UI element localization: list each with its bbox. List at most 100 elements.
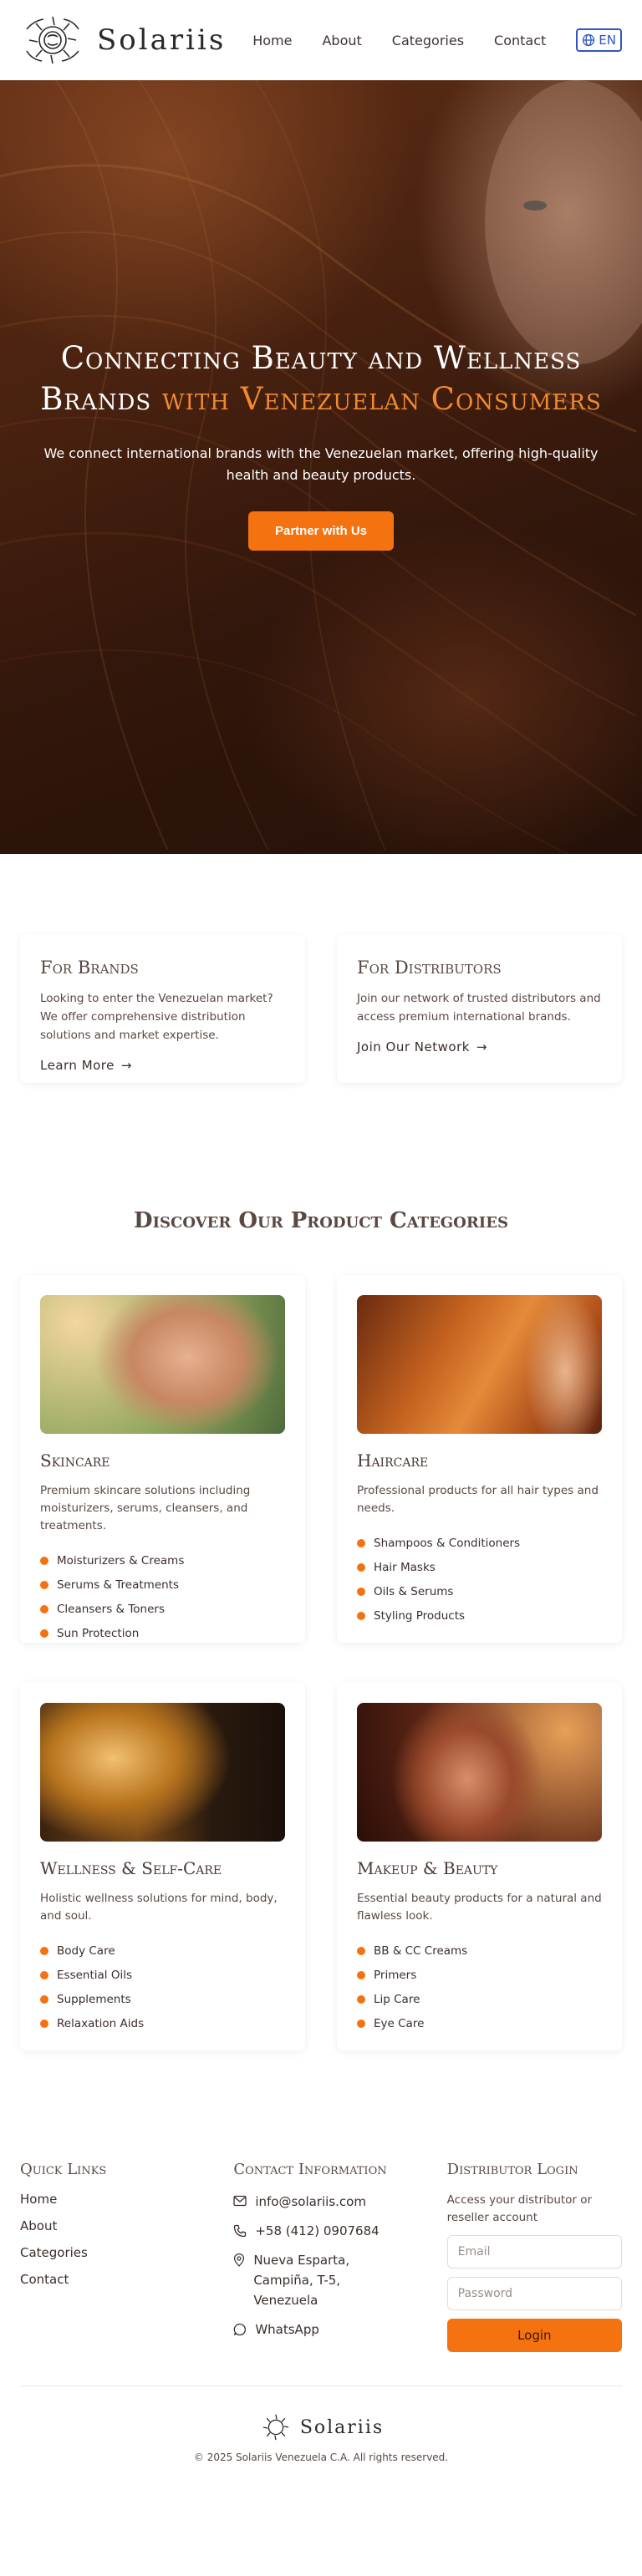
category-description: Holistic wellness solutions for mind, bo… [40,1892,278,1923]
distributor-login-column: Distributor Login Access your distributo… [446,2161,622,2352]
distributors-card-text: Join our network of trusted distributors… [357,992,601,1024]
bullet-dot-icon [40,1970,48,1979]
list-item: Sun Protection [40,1621,285,1645]
join-network-link[interactable]: Join Our Network → [357,1039,487,1054]
hero-section: Connecting Beauty and Wellness Brands wi… [0,80,642,854]
site-footer: Quick Links Home About Categories Contac… [0,2161,642,2488]
bullet-dot-icon [357,1994,365,2004]
category-card-haircare: Haircare Professional products for all h… [337,1275,622,1643]
bullet-dot-icon [357,1587,365,1596]
site-header: Solariis Home About Categories Contact E… [0,0,642,80]
globe-icon [583,33,595,47]
contact-column: Contact Information info@solariis.com +5… [233,2161,408,2352]
distributors-card: For Distributors Join our network of tru… [337,934,622,1083]
category-card-makeup: Makeup & Beauty Essential beauty product… [337,1683,622,2050]
skincare-image [40,1295,285,1434]
list-item: Cleansers & Toners [40,1597,285,1621]
list-item: Eye Care [357,2011,602,2035]
bullet-dot-icon [40,1994,48,2004]
contact-title: Contact Information [233,2161,387,2178]
brands-card: For Brands Looking to enter the Venezuel… [20,934,305,1083]
arrow-right-icon: → [476,1039,487,1054]
partner-with-us-button[interactable]: Partner with Us [247,511,395,551]
login-note: Access your distributor or reseller acco… [446,2193,593,2224]
quick-links-title: Quick Links [20,2161,107,2178]
brands-card-title: For Brands [40,958,139,978]
haircare-image [357,1295,602,1434]
list-item: Shampoos & Conditioners [357,1531,602,1555]
category-title: Wellness & Self-Care [40,1858,222,1878]
bullet-dot-icon [357,1946,365,1955]
wellness-image [40,1703,285,1842]
bullet-dot-icon [357,1562,365,1572]
contact-whatsapp[interactable]: WhatsApp [233,2319,408,2340]
login-title: Distributor Login [446,2161,578,2178]
whatsapp-icon [234,2323,247,2336]
phone-icon [234,2224,247,2238]
nav-categories[interactable]: Categories [392,33,464,48]
category-card-skincare: Skincare Premium skincare solutions incl… [20,1275,305,1643]
main-nav: Home About Categories Contact EN [252,28,622,52]
quick-links-column: Quick Links Home About Categories Contac… [20,2161,195,2352]
footer-link-categories[interactable]: Categories [20,2245,195,2272]
nav-home[interactable]: Home [252,33,292,48]
categories-grid: Skincare Premium skincare solutions incl… [0,1233,642,2050]
brand[interactable]: Solariis [20,14,226,66]
category-title: Makeup & Beauty [357,1858,498,1878]
footer-columns: Quick Links Home About Categories Contac… [20,2161,622,2352]
category-description: Essential beauty products for a natural … [357,1892,602,1923]
footer-brand-name: Solariis [299,2416,385,2438]
bullet-dot-icon [357,2019,365,2028]
login-button[interactable]: Login [446,2319,622,2352]
hero-title-accent: with Venezuelan Consumers [161,381,602,417]
login-password-input[interactable] [446,2277,622,2310]
makeup-image [357,1703,602,1842]
bullet-dot-icon [40,2019,48,2028]
category-description: Professional products for all hair types… [357,1484,599,1515]
category-list: BB & CC Creams Primers Lip Care Eye Care [357,1938,602,2035]
footer-link-home[interactable]: Home [20,2192,195,2218]
category-list: Body Care Essential Oils Supplements Rel… [40,1938,285,2035]
list-item: Primers [357,1963,602,1987]
hero-content: Connecting Beauty and Wellness Brands wi… [0,338,642,551]
join-network-label: Join Our Network [357,1039,470,1054]
partners-section: For Brands Looking to enter the Venezuel… [0,854,642,1083]
bullet-dot-icon [357,1970,365,1979]
language-switcher[interactable]: EN [576,28,622,52]
login-email-input[interactable] [446,2235,622,2269]
hero-subtitle: We connect international brands with the… [43,445,599,483]
nav-contact[interactable]: Contact [494,33,546,48]
list-item: Body Care [40,1938,285,1963]
list-item: BB & CC Creams [357,1938,602,1963]
hero-title: Connecting Beauty and Wellness Brands wi… [25,338,617,419]
footer-link-about[interactable]: About [20,2218,195,2245]
language-label: EN [599,33,616,48]
bullet-dot-icon [40,1556,48,1565]
list-item: Moisturizers & Creams [40,1548,285,1573]
category-card-wellness: Wellness & Self-Care Holistic wellness s… [20,1683,305,2050]
footer-link-contact[interactable]: Contact [20,2272,195,2299]
brand-name: Solariis [97,23,227,57]
bullet-dot-icon [40,1580,48,1589]
bullet-dot-icon [40,1604,48,1613]
category-description: Premium skincare solutions including moi… [40,1484,251,1532]
nav-about[interactable]: About [322,33,361,48]
list-item: Lip Care [357,1987,602,2011]
learn-more-label: Learn More [40,1058,115,1073]
category-list: Moisturizers & Creams Serums & Treatment… [40,1548,285,1645]
learn-more-link[interactable]: Learn More → [40,1058,132,1073]
contact-phone[interactable]: +58 (412) 0907684 [233,2221,408,2241]
footer-brand[interactable]: Solariis [20,2413,622,2441]
arrow-right-icon: → [120,1058,132,1073]
list-item: Styling Products [357,1603,602,1628]
copyright: © 2025 Solariis Venezuela C.A. All right… [193,2452,449,2463]
categories-title: Discover Our Product Categories [134,1208,508,1233]
list-item: Relaxation Aids [40,2011,285,2035]
mail-icon [233,2195,247,2207]
contact-email[interactable]: info@solariis.com [233,2192,408,2212]
category-title: Skincare [40,1451,110,1471]
bullet-dot-icon [40,1628,48,1638]
distributors-card-title: For Distributors [357,958,502,978]
list-item: Hair Masks [357,1555,602,1579]
bullet-dot-icon [357,1611,365,1620]
